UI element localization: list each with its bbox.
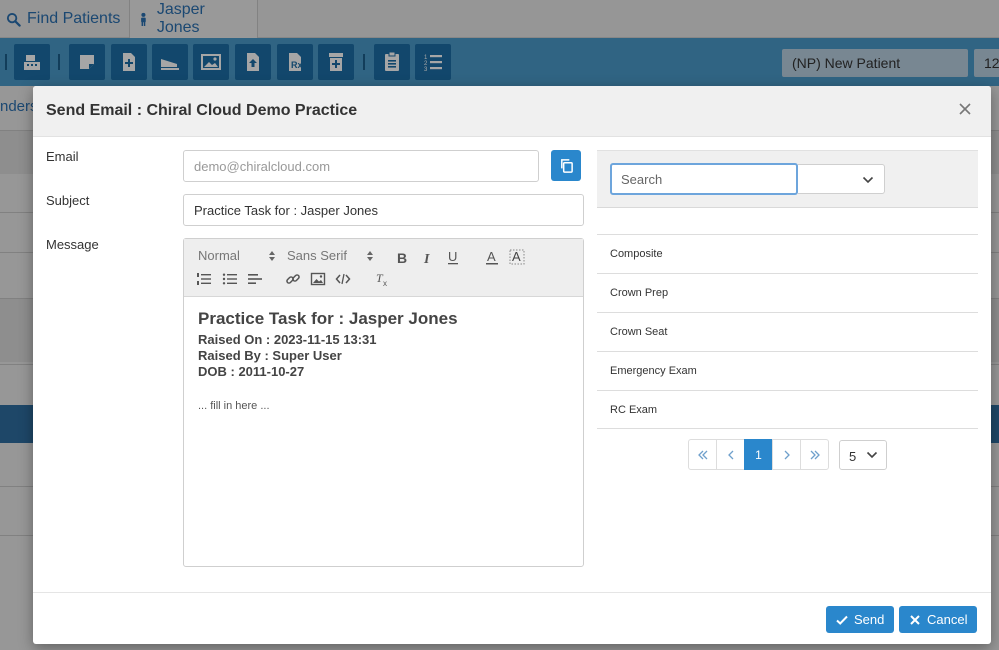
svg-text:U: U [448, 249, 457, 264]
email-label: Email [46, 149, 79, 164]
raised-by-line: Raised By : Super User [198, 348, 342, 363]
svg-text:A: A [512, 249, 521, 264]
chevron-down-icon [862, 176, 874, 184]
text-color-icon[interactable]: A [484, 249, 500, 265]
list-item[interactable]: Composite [597, 234, 978, 273]
code-icon[interactable] [335, 271, 351, 287]
previous-page-button[interactable] [716, 439, 745, 470]
copy-email-button[interactable] [551, 150, 581, 181]
format-select-value: Normal [198, 248, 240, 263]
bullet-list-icon[interactable] [222, 271, 238, 287]
send-button-label: Send [854, 612, 885, 627]
subject-field[interactable]: Practice Task for : Jasper Jones [183, 194, 584, 226]
svg-text:B: B [397, 250, 407, 266]
italic-icon[interactable]: I [420, 250, 436, 266]
editor-content[interactable]: Practice Task for : Jasper Jones Raised … [198, 309, 568, 412]
message-label: Message [46, 237, 99, 252]
chevron-down-icon [866, 451, 878, 459]
close-icon[interactable] [957, 101, 973, 117]
list-item[interactable]: Crown Prep [597, 273, 978, 312]
format-select[interactable]: Normal [198, 248, 276, 263]
message-editor: Normal Sans Serif B I U A A Tx Practice … [183, 238, 584, 567]
last-page-button[interactable] [800, 439, 829, 470]
message-heading: Practice Task for : Jasper Jones [198, 309, 458, 328]
list-item[interactable]: RC Exam [597, 390, 978, 429]
page-size-value: 5 [849, 449, 857, 464]
align-icon[interactable] [247, 271, 263, 287]
sort-arrows-icon [269, 251, 275, 261]
template-search-panel: Search [597, 150, 978, 208]
first-page-button[interactable] [688, 439, 717, 470]
sort-arrows-icon [367, 251, 373, 261]
page-size-select[interactable]: 5 [839, 440, 887, 470]
template-filter-select[interactable] [798, 164, 885, 194]
chevron-right-icon [784, 450, 790, 459]
bold-icon[interactable]: B [394, 250, 410, 266]
close-icon [910, 614, 920, 625]
insert-image-icon[interactable] [310, 271, 326, 287]
copy-icon [560, 159, 573, 173]
font-select[interactable]: Sans Serif [287, 248, 373, 263]
email-field[interactable]: demo@chiralcloud.com [183, 150, 539, 182]
raised-on-line: Raised On : 2023-11-15 13:31 [198, 332, 377, 347]
list-item[interactable]: Crown Seat [597, 312, 978, 351]
link-icon[interactable] [285, 271, 301, 287]
background-color-icon[interactable]: A [509, 249, 525, 265]
clear-format-icon[interactable]: Tx [374, 271, 390, 287]
double-chevron-right-icon [810, 450, 820, 459]
svg-text:I: I [423, 252, 430, 266]
page-1-button[interactable]: 1 [744, 439, 773, 470]
template-list: Composite Crown Prep Crown Seat Emergenc… [597, 234, 978, 429]
fill-in-placeholder: ... fill in here ... [198, 400, 270, 412]
ordered-list-icon[interactable] [196, 271, 212, 287]
underline-icon[interactable]: U [445, 249, 461, 265]
check-icon [836, 615, 848, 625]
dialog-header: Send Email : Chiral Cloud Demo Practice [33, 86, 991, 137]
dialog-title: Send Email : Chiral Cloud Demo Practice [46, 102, 358, 119]
cancel-button-label: Cancel [927, 612, 968, 627]
cancel-button[interactable]: Cancel [899, 606, 978, 633]
font-select-value: Sans Serif [287, 248, 347, 263]
svg-text:A: A [487, 249, 496, 264]
dialog-footer-divider [33, 592, 991, 593]
subject-label: Subject [46, 193, 90, 208]
template-search-input[interactable]: Search [610, 163, 798, 195]
editor-toolbar: Normal Sans Serif B I U A A Tx [184, 239, 583, 297]
double-chevron-left-icon [697, 450, 707, 459]
svg-text:x: x [383, 279, 387, 287]
chevron-left-icon [727, 450, 733, 459]
pagination: 1 [688, 439, 829, 470]
send-email-dialog: Send Email : Chiral Cloud Demo Practice … [33, 86, 991, 644]
dob-line: DOB : 2011-10-27 [198, 364, 305, 379]
list-item[interactable]: Emergency Exam [597, 351, 978, 390]
send-button[interactable]: Send [826, 606, 895, 633]
next-page-button[interactable] [772, 439, 801, 470]
